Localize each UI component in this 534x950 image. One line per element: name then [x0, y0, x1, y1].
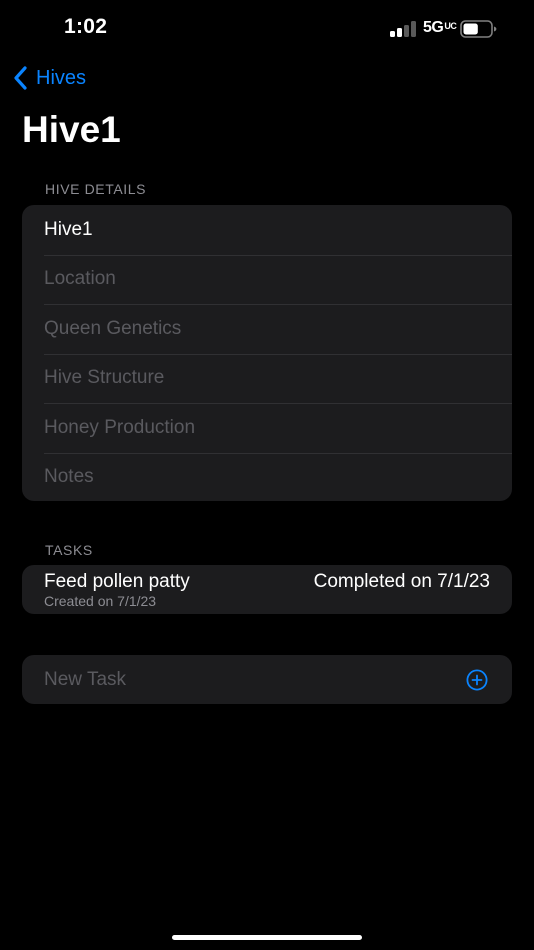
hive-details-header: HIVE DETAILS — [45, 181, 147, 197]
hive-details-group: Hive1 Location Queen Genetics Hive Struc… — [22, 205, 512, 501]
network-type: 5GUC — [423, 19, 457, 36]
status-bar: 1:02 5GUC — [0, 0, 534, 58]
queen-genetics-field[interactable]: Queen Genetics — [22, 304, 512, 354]
battery-icon — [460, 19, 498, 39]
location-field[interactable]: Location — [22, 254, 512, 305]
cellular-signal-icon — [390, 21, 418, 37]
new-task-field[interactable]: New Task — [22, 655, 512, 704]
tasks-header: TASKS — [45, 542, 93, 558]
new-task-group: New Task — [22, 655, 512, 704]
task-title: Feed pollen patty — [44, 571, 190, 592]
page-title: Hive1 — [22, 109, 121, 150]
task-created-date: Created on 7/1/23 — [44, 593, 157, 609]
back-label: Hives — [36, 66, 87, 89]
home-indicator — [172, 935, 362, 940]
hive-structure-field[interactable]: Hive Structure — [22, 353, 512, 404]
status-time: 1:02 — [64, 15, 108, 38]
hive-name-field[interactable]: Hive1 — [22, 205, 512, 255]
tasks-group: Feed pollen patty Created on 7/1/23 Comp… — [22, 565, 512, 614]
plus-circle-icon[interactable] — [466, 669, 488, 691]
honey-production-field[interactable]: Honey Production — [22, 403, 512, 453]
task-completed-status: Completed on 7/1/23 — [313, 571, 490, 592]
back-button[interactable]: Hives — [12, 62, 86, 94]
notes-field[interactable]: Notes — [22, 452, 512, 502]
task-item[interactable]: Feed pollen patty Created on 7/1/23 Comp… — [22, 565, 512, 614]
chevron-left-icon — [12, 65, 28, 91]
